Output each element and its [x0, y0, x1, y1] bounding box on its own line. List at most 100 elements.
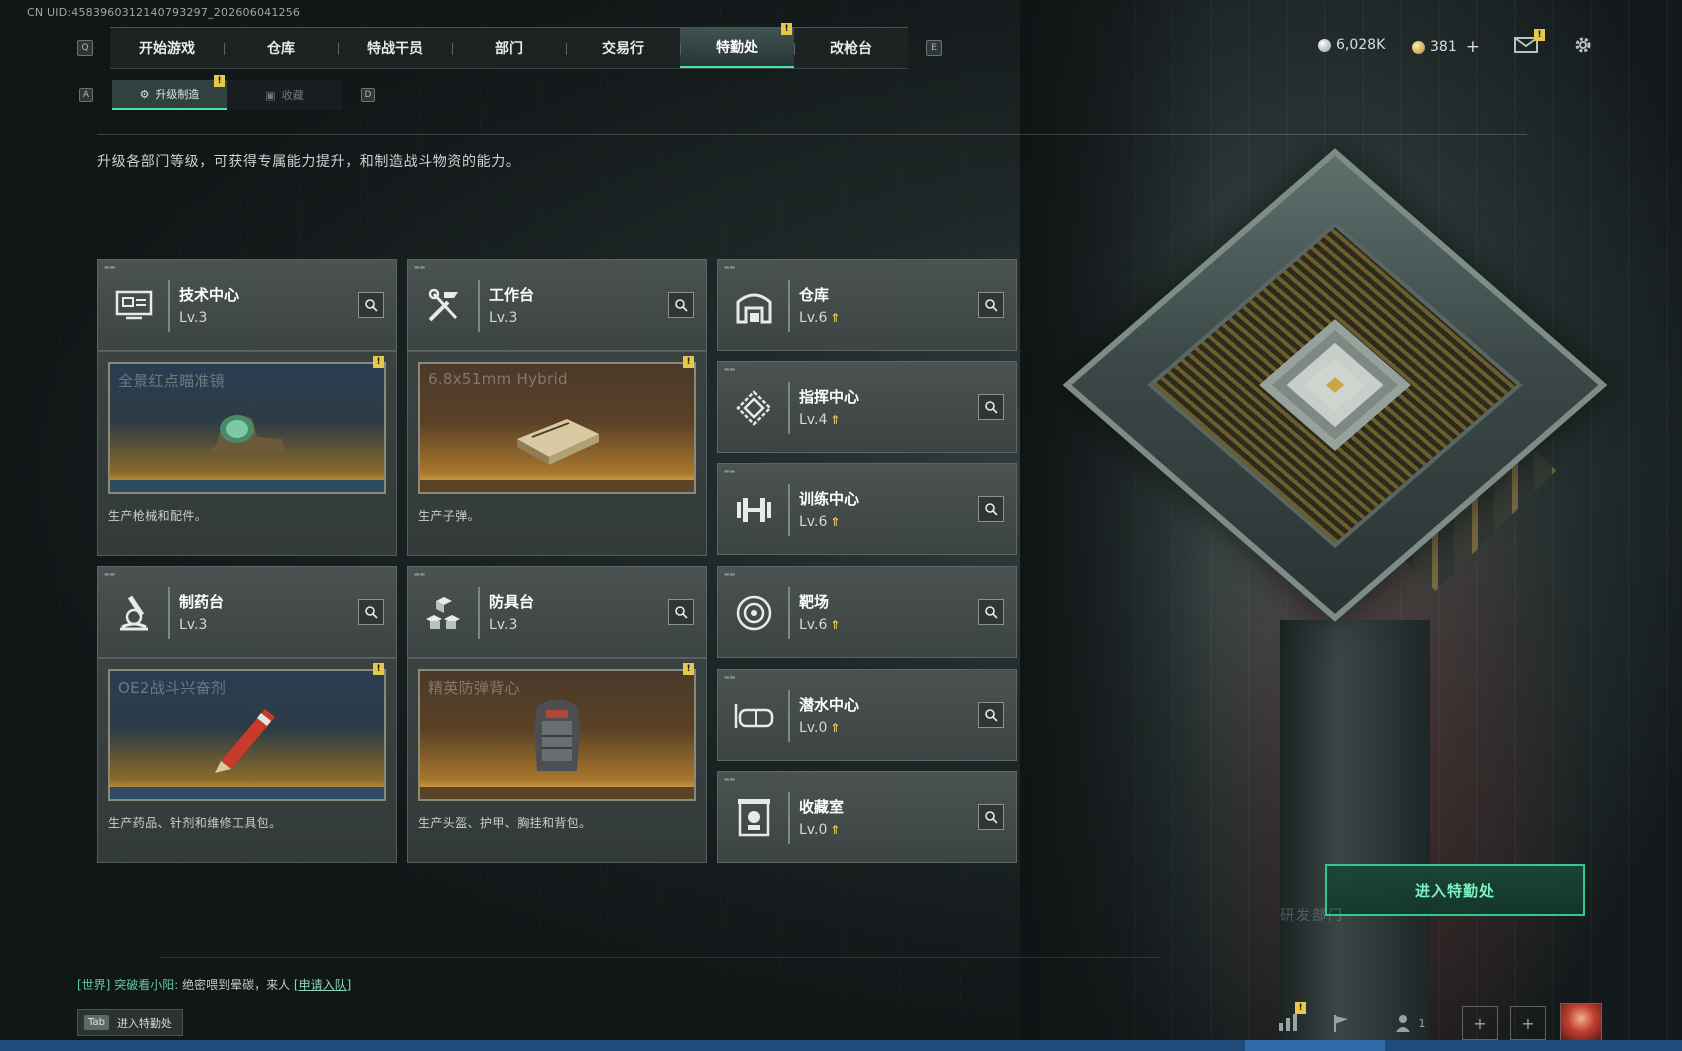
search-icon[interactable] [978, 702, 1004, 728]
dept-level-text: Lv.3 [179, 310, 208, 326]
dept-card-training-center[interactable]: ▬▬ 训练中心 Lv.6 ⇑ [717, 463, 1017, 555]
upgrade-arrow-icon: ⇑ [830, 515, 841, 529]
tab-operators[interactable]: 特战干员 [338, 28, 452, 68]
friends-button[interactable]: 1 [1385, 1006, 1435, 1040]
craft-icon: ⚙ [139, 87, 150, 101]
search-icon[interactable] [978, 599, 1004, 625]
dept-name: 技术中心 [179, 286, 240, 304]
tab-special-ops[interactable]: 特勤处 ! [680, 23, 794, 68]
dept-card-collection-room[interactable]: ▬▬ 收藏室 Lv.0 ⇑ [717, 771, 1017, 863]
card-separator [788, 484, 790, 536]
search-icon[interactable] [978, 394, 1004, 420]
stimulant-injector-icon [197, 701, 297, 785]
search-icon[interactable] [978, 496, 1004, 522]
cube-face [1062, 148, 1608, 622]
dept-card-command-center[interactable]: ▬▬ 指挥中心 Lv.4 ⇑ [717, 361, 1017, 453]
card-separator [478, 280, 480, 332]
gold-currency[interactable]: 381 + [1412, 37, 1480, 57]
dept-card-workbench[interactable]: ▬▬ 工作台 Lv.3 [407, 259, 707, 351]
tab-start-game[interactable]: 开始游戏 [110, 28, 224, 68]
preview-bar [110, 480, 384, 492]
stats-icon[interactable]: ! [1270, 1002, 1306, 1040]
dept-level: Lv.4 ⇑ [799, 412, 840, 428]
flag-icon[interactable] [1323, 1006, 1359, 1040]
collection-room-icon [728, 792, 780, 844]
dept-name: 制药台 [179, 593, 225, 611]
main-nav: 开始游戏 仓库 特战干员 部门 交易行 特勤处 ! 改枪台 [110, 23, 908, 69]
taskbar-active-item[interactable] [1245, 1040, 1385, 1051]
dept-card-tech-center[interactable]: ▬▬ 技术中心 Lv.3 [97, 259, 397, 351]
gold-add-button[interactable]: + [1466, 37, 1480, 57]
tab-departments[interactable]: 部门 [452, 28, 566, 68]
chat-sender[interactable]: 突破看小阳: [114, 978, 178, 992]
tab-trading[interactable]: 交易行 [566, 28, 680, 68]
tab-hint[interactable]: Tab 进入特勤处 [77, 1009, 183, 1036]
settings-gear-icon[interactable] [1570, 33, 1596, 57]
dept-description: 生产药品、针剂和维修工具包。 [108, 816, 282, 830]
dept-level-text: Lv.0 [799, 822, 828, 838]
dept-card-armor-bench[interactable]: ▬▬ 防具台 Lv.3 [407, 566, 707, 658]
dept-level: Lv.3 [489, 310, 517, 326]
tab-gunsmith[interactable]: 改枪台 [794, 28, 908, 68]
craft-badge: ! [683, 663, 694, 675]
gold-coin-icon [1412, 40, 1425, 54]
mail-icon[interactable]: ! [1513, 29, 1545, 57]
search-icon[interactable] [358, 292, 384, 318]
card-separator [788, 792, 790, 844]
dept-craft-panel-pharmacy: OE2战斗兴奋剂 ! 生产药品、针剂和维修工具包。 [97, 658, 397, 863]
upgrade-arrow-icon: ⇑ [830, 618, 841, 632]
dept-level: Lv.6 ⇑ [799, 514, 840, 530]
dept-level-text: Lv.6 [799, 617, 828, 633]
dept-level-text: Lv.0 [799, 720, 828, 736]
craft-item-name: 精英防弹背心 [428, 679, 520, 697]
tab-hint-label: 进入特勤处 [116, 1016, 172, 1030]
avatar[interactable] [1560, 1003, 1602, 1041]
subtab-upgrade-craft-label: 升级制造 [155, 88, 200, 101]
silver-currency[interactable]: 6,028K [1318, 37, 1385, 53]
page-description: 升级各部门等级，可获得专属能力提升，和制造战斗物资的能力。 [97, 154, 521, 170]
dept-level: Lv.3 [489, 617, 517, 633]
warehouse-icon [728, 280, 780, 332]
dept-name: 靶场 [799, 593, 830, 611]
card-separator [788, 280, 790, 332]
dept-level-text: Lv.6 [799, 514, 828, 530]
search-icon[interactable] [978, 292, 1004, 318]
dept-description: 生产枪械和配件。 [108, 509, 208, 523]
card-tag-mark: ▬▬ [724, 366, 736, 373]
cube-inner-panel [1147, 221, 1523, 549]
cube-artwork [1062, 125, 1608, 645]
card-tag-mark: ▬▬ [414, 264, 426, 271]
preview-bar [420, 787, 694, 799]
craft-preview[interactable]: OE2战斗兴奋剂 [108, 669, 386, 801]
sub-nav: ⚙ 升级制造 ! ▣ 收藏 [112, 75, 342, 110]
dept-card-diving-center[interactable]: ▬▬ 潜水中心 Lv.0 ⇑ [717, 669, 1017, 761]
subtab-upgrade-craft[interactable]: ⚙ 升级制造 ! [112, 75, 227, 110]
dept-card-pharmacy[interactable]: ▬▬ 制药台 Lv.3 [97, 566, 397, 658]
enter-special-ops-button[interactable]: 进入特勤处 [1325, 864, 1585, 916]
add-slot-button-1[interactable]: + [1462, 1006, 1498, 1040]
workbench-icon [418, 280, 470, 332]
cube-pillar [1280, 620, 1430, 1040]
dept-level-text: Lv.3 [489, 617, 518, 633]
dept-level-text: Lv.3 [489, 310, 518, 326]
silver-amount: 6,028K [1336, 37, 1386, 53]
tab-special-ops-label: 特勤处 [716, 40, 758, 56]
chat-join-link[interactable]: [申请入队] [294, 978, 351, 992]
craft-preview[interactable]: 全景红点瞄准镜 [108, 362, 386, 494]
card-tag-mark: ▬▬ [414, 571, 426, 578]
craft-preview[interactable]: 6.8x51mm Hybrid [418, 362, 696, 494]
search-icon[interactable] [978, 804, 1004, 830]
subtab-collection[interactable]: ▣ 收藏 [227, 80, 342, 110]
search-icon[interactable] [668, 292, 694, 318]
dept-card-warehouse[interactable]: ▬▬ 仓库 Lv.6 ⇑ [717, 259, 1017, 351]
nav-left-key: Q [77, 40, 93, 56]
dept-card-shooting-range[interactable]: ▬▬ 靶场 Lv.6 ⇑ [717, 566, 1017, 658]
craft-preview[interactable]: 精英防弹背心 [418, 669, 696, 801]
search-icon[interactable] [668, 599, 694, 625]
search-icon[interactable] [358, 599, 384, 625]
subnav-left-key: A [79, 88, 93, 102]
add-slot-button-2[interactable]: + [1510, 1006, 1546, 1040]
armor-bench-icon [418, 587, 470, 639]
tab-warehouse[interactable]: 仓库 [224, 28, 338, 68]
gold-amount: 381 [1430, 39, 1457, 55]
